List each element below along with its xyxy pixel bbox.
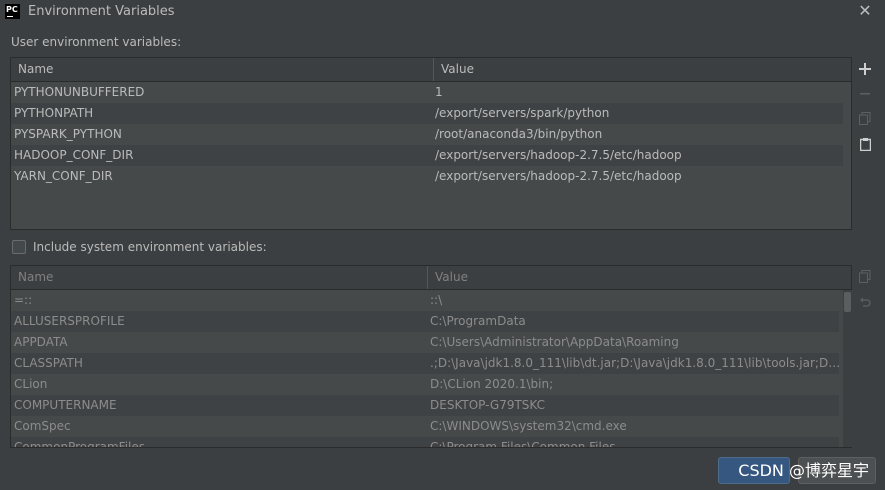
row-value-cell[interactable]: /export/servers/hadoop-2.7.5/etc/hadoop [435,145,845,166]
row-name-cell[interactable]: CommonProgramFiles [14,437,424,447]
table-row[interactable]: ComSpec C:\WINDOWS\system32\cmd.exe [11,416,839,437]
table-row[interactable]: APPDATA C:\Users\Administrator\AppData\Ro… [11,332,839,353]
user-env-label: User environment variables: [11,35,182,49]
system-copy-icon[interactable] [852,267,878,289]
column-header-value[interactable]: Value [433,58,851,81]
row-value-cell[interactable]: C:\ProgramData [430,311,842,332]
table-row[interactable]: CommonProgramFiles C:\Program Files\Commo… [11,437,842,447]
copy-icon[interactable] [852,109,878,131]
row-name-cell[interactable]: APPDATA [14,332,424,353]
window-title: Environment Variables [28,4,175,19]
system-table-scrollbar[interactable] [843,290,852,447]
paste-icon[interactable] [852,135,878,157]
table-row[interactable]: PYSPARK_PYTHON/root/anaconda3/bin/python [11,124,843,145]
table-row[interactable]: COMPUTERNAME DESKTOP-G79TSKC [11,395,839,416]
table-row[interactable]: CLion D:\CLion 2020.1\bin; [11,374,839,395]
column-header-name[interactable]: Name [11,58,433,81]
table-row[interactable]: PYTHONUNBUFFERED 1 [11,82,843,103]
row-name-cell[interactable]: COMPUTERNAME [14,395,424,416]
system-env-table-header: Name Value [11,266,851,290]
row-value-cell[interactable]: D:\CLion 2020.1\bin; [430,374,842,395]
row-name-cell[interactable]: CLASSPATH [14,353,424,374]
scrollbar-thumb[interactable] [844,292,851,312]
include-system-label[interactable]: Include system environment variables: [33,240,267,254]
table-row[interactable]: ALLUSERSPROFILE C:\ProgramData [11,311,839,332]
row-name-cell[interactable]: ComSpec [14,416,424,437]
row-value-cell[interactable]: /export/servers/spark/python [435,103,845,124]
close-icon[interactable]: ✕ [857,3,873,19]
row-name-cell[interactable]: =:: [14,290,424,311]
table-row[interactable]: HADOOP_CONF_DIR/export/servers/hadoop-2.… [11,145,843,166]
system-column-header-name[interactable]: Name [11,266,427,289]
row-value-cell[interactable]: /export/servers/hadoop-2.7.5/etc/hadoop [435,166,845,187]
undo-icon[interactable] [852,292,878,314]
row-name-cell[interactable]: CLion [14,374,424,395]
row-name-cell[interactable]: PYTHONPATH [14,103,430,124]
row-value-cell[interactable]: C:\WINDOWS\system32\cmd.exe [430,416,842,437]
user-env-table: Name Value PYTHONUNBUFFERED 1 PYTHONPATH/e… [10,57,852,230]
row-name-cell[interactable]: PYSPARK_PYTHON [14,124,430,145]
row-value-cell[interactable]: C:\Users\Administrator\AppData\Roaming [430,332,842,353]
row-name-cell[interactable]: ALLUSERSPROFILE [14,311,424,332]
row-value-cell[interactable]: DESKTOP-G79TSKC [430,395,842,416]
title-bar: PC Environment Variables ✕ [0,0,885,24]
row-name-cell[interactable]: PYTHONUNBUFFERED [14,82,430,103]
system-column-header-value[interactable]: Value [427,266,851,289]
row-value-cell[interactable]: C:\Program Files\Common Files [430,437,842,447]
user-env-table-header: Name Value [11,58,851,82]
table-row[interactable]: =::::\ [11,290,839,311]
row-value-cell[interactable]: .;D:\Java\jdk1.8.0_111\lib\dt.jar;D:\Jav… [430,353,842,374]
pycharm-app-icon: PC [5,4,20,19]
row-value-cell[interactable]: 1 [435,82,845,103]
table-row[interactable]: CLASSPATH .;D:\Java\jdk1.8.0_111\lib\dt.j… [11,353,842,374]
csdn-watermark: CSDN @博弈星宇 [738,461,869,480]
system-env-table: Name Value =::::\ ALLUSERSPROFILE C:\Progr… [10,265,852,448]
table-row[interactable]: YARN_CONF_DIR/export/servers/hadoop-2.7.… [11,166,843,187]
plus-icon[interactable] [852,59,878,81]
table-row[interactable]: PYTHONPATH/export/servers/spark/python [11,103,843,124]
row-value-cell[interactable]: /root/anaconda3/bin/python [435,124,845,145]
minus-icon[interactable] [852,84,878,106]
row-name-cell[interactable]: YARN_CONF_DIR [14,166,430,187]
app-icon-text: PC [6,5,18,14]
include-system-checkbox[interactable] [12,240,26,254]
row-value-cell[interactable]: ::\ [430,290,842,311]
row-name-cell[interactable]: HADOOP_CONF_DIR [14,145,430,166]
